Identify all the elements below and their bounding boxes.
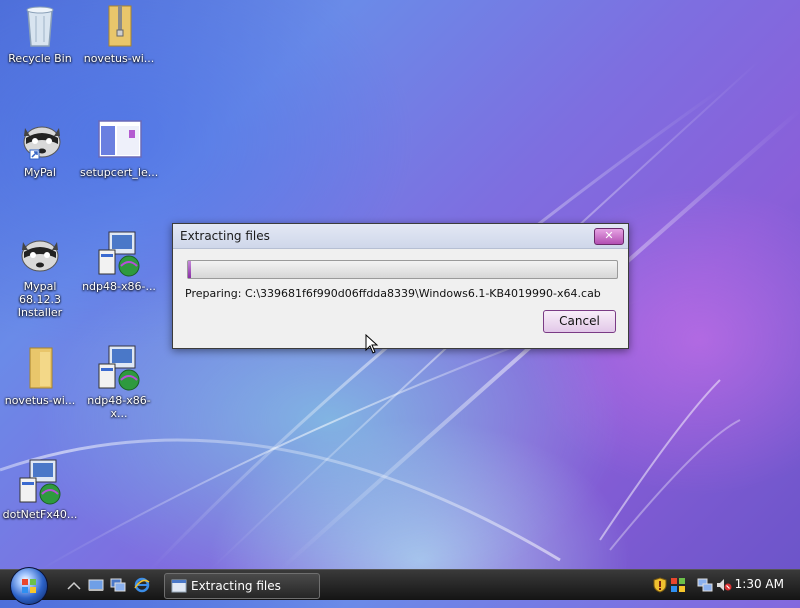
desktop-icon-ndp48-1[interactable]: ndp48-x86-... [80,230,158,293]
desktop-icon-ndp48-2[interactable]: ndp48-x86-x... [80,344,158,420]
progress-bar [187,260,618,279]
system-clock[interactable]: 1:30 AM [735,577,784,591]
desktop-icon-novetus-folder[interactable]: novetus-wi... [1,344,79,407]
raccoon-icon [16,230,64,278]
action-center-icon[interactable] [670,577,686,593]
extracting-dialog: Extracting files ✕ Preparing: C:\339681f… [172,223,629,349]
desktop-icon-label: Recycle Bin [8,52,72,65]
mouse-cursor-icon [365,334,379,354]
installer-icon [16,458,64,506]
desktop-icon-label: ndp48-x86-... [82,280,156,293]
close-icon: ✕ [604,229,614,242]
installer-icon [95,344,143,392]
taskbar-item-label: Extracting files [191,579,281,593]
folder-icon [16,344,64,392]
desktop-icon-label: ndp48-x86-x... [87,394,151,420]
desktop-icon-recycle-bin[interactable]: Recycle Bin [1,2,79,65]
window-icon [171,579,187,593]
internet-explorer-icon[interactable] [134,577,150,593]
desktop-icon-label: novetus-wi... [83,52,155,65]
zip-folder-icon [95,2,143,50]
dialog-titlebar[interactable]: Extracting files ✕ [173,224,628,249]
desktop-icon-mypal[interactable]: MyPal [1,116,79,179]
raccoon-icon [16,116,64,164]
taskbar: Extracting files 1:30 AM [0,567,800,605]
progress-fill [188,261,192,278]
desktop-icon-label: novetus-wi... [4,394,76,407]
desktop-icon-novetus-zip[interactable]: novetus-wi... [80,2,158,65]
close-button[interactable]: ✕ [594,228,624,245]
windows-logo-icon [22,579,36,593]
network-icon[interactable] [697,577,713,593]
recycle-bin-icon [16,2,64,50]
start-button[interactable] [10,567,48,605]
window-app-icon [95,116,143,164]
desktop-icon-label: dotNetFx40... [2,508,78,521]
quick-launch-separator-icon [67,581,81,590]
desktop-icon-label: Mypal 68.12.3 Installer [17,280,63,319]
installer-icon [95,230,143,278]
show-desktop-icon[interactable] [88,577,104,593]
desktop-icon-dotnetfx40[interactable]: dotNetFx40... [1,458,79,521]
volume-muted-icon[interactable] [716,577,732,593]
security-shield-icon[interactable] [652,577,668,593]
desktop-icon-mypal-installer[interactable]: Mypal 68.12.3 Installer [1,230,79,319]
desktop-icon-label: setupcert_le... [80,166,159,179]
switch-windows-icon[interactable] [110,577,126,593]
cancel-button[interactable]: Cancel [543,310,616,333]
desktop-icon-setupcert[interactable]: setupcert_le... [80,116,158,179]
desktop-icon-label: MyPal [24,166,56,179]
status-text: Preparing: C:\339681f6f990d06ffdda8339\W… [185,287,601,300]
taskbar-item-extracting-files[interactable]: Extracting files [164,573,320,599]
dialog-title: Extracting files [180,229,270,243]
